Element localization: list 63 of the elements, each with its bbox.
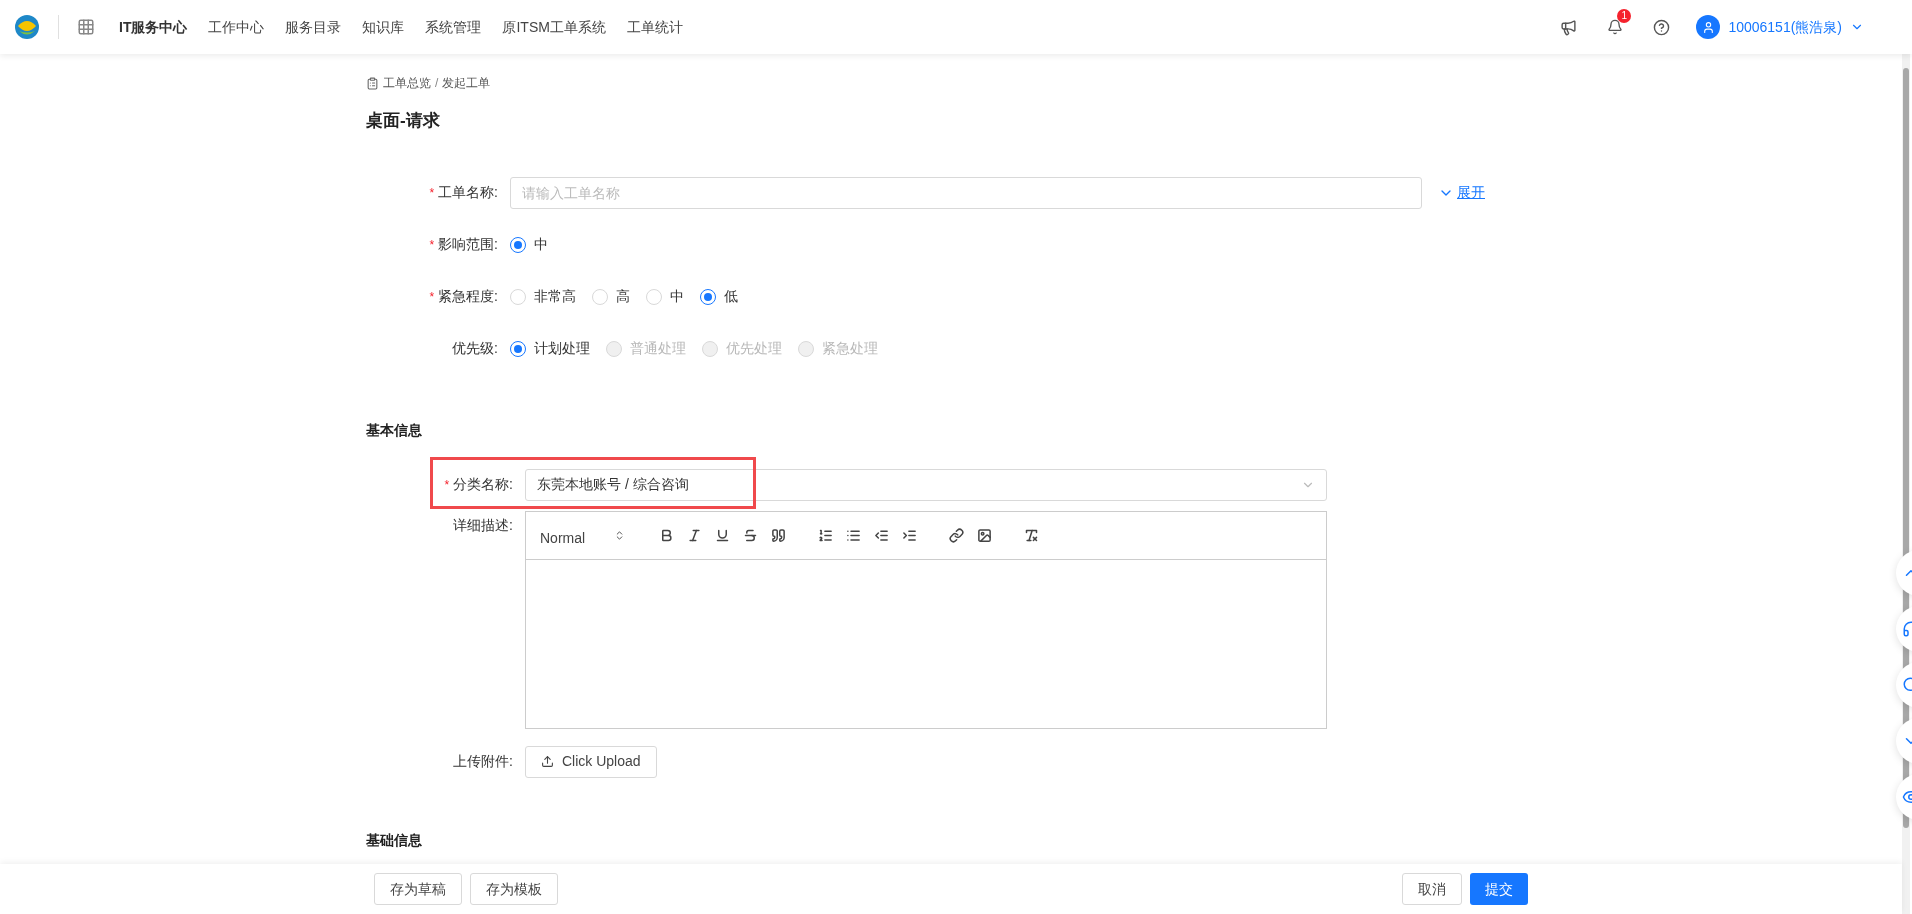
radio-option[interactable]: 低 — [700, 286, 738, 307]
italic-icon[interactable] — [687, 527, 702, 543]
image-icon[interactable] — [977, 527, 992, 543]
nav-item[interactable]: 服务目录 — [285, 16, 342, 38]
nav-item[interactable]: 系统管理 — [425, 16, 482, 38]
radio-option[interactable]: 高 — [592, 286, 630, 307]
required-asterisk: * — [429, 288, 435, 306]
page-title: 桌面-请求 — [366, 110, 441, 132]
category-select[interactable]: 东莞本地账号 / 综合咨询 — [525, 468, 1327, 501]
breadcrumb-item[interactable]: 发起工单 — [442, 74, 491, 92]
format-select[interactable]: Normal — [540, 527, 625, 549]
required-asterisk: * — [444, 476, 450, 494]
notification-bell-icon[interactable] — [1607, 19, 1624, 35]
section-heading: 基本信息 — [366, 420, 423, 440]
cancel-button[interactable]: 取消 — [1402, 873, 1462, 905]
footer-button[interactable]: 存为草稿 — [374, 873, 462, 905]
radio-option[interactable]: 中 — [646, 286, 684, 307]
section-heading: 基础信息 — [366, 830, 423, 850]
outdent-icon[interactable] — [874, 527, 889, 543]
announcement-icon[interactable] — [1560, 18, 1578, 36]
upload-icon — [541, 755, 554, 768]
strikethrough-icon[interactable] — [743, 527, 758, 543]
radio-option[interactable]: 非常高 — [510, 286, 576, 307]
ordered-list-icon[interactable] — [818, 527, 833, 543]
bullet-list-icon[interactable] — [846, 527, 861, 543]
up-down-caret-icon — [614, 529, 625, 541]
quote-icon[interactable] — [771, 527, 786, 543]
rich-text-editor[interactable]: Normal — [525, 510, 1327, 729]
user-avatar[interactable] — [1696, 15, 1721, 39]
field-label: 优先级: — [452, 339, 498, 358]
app-grid-icon[interactable] — [77, 18, 95, 36]
required-asterisk: * — [429, 236, 435, 254]
nav-item[interactable]: 知识库 — [362, 16, 405, 38]
bold-icon[interactable] — [659, 527, 674, 543]
radio-option[interactable]: 中 — [510, 234, 548, 255]
required-asterisk: * — [429, 184, 435, 202]
indent-icon[interactable] — [902, 527, 917, 543]
expand-link[interactable]: 展开 — [1457, 182, 1485, 203]
nav-item[interactable]: 工单统计 — [626, 16, 683, 38]
logo-icon — [14, 14, 40, 40]
footer-button[interactable]: 存为模板 — [470, 873, 558, 905]
field-label: 上传附件: — [453, 752, 513, 771]
nav-item[interactable]: 原ITSM工单系统 — [502, 16, 606, 38]
clipboard-icon — [366, 76, 379, 90]
clear-format-icon[interactable] — [1024, 527, 1039, 543]
field-label: 影响范围: — [438, 235, 498, 254]
field-label: 工单名称: — [438, 183, 498, 202]
radio-option[interactable]: 计划处理 — [510, 338, 590, 359]
underline-icon[interactable] — [715, 527, 730, 543]
upload-button[interactable]: Click Upload — [525, 745, 657, 778]
title-input-field[interactable]: 请输入工单名称 — [510, 176, 1422, 209]
notification-badge: 1 — [1617, 9, 1632, 23]
breadcrumb-item[interactable]: 工单总览 — [383, 74, 431, 92]
nav-item[interactable]: IT服务中心 — [119, 16, 188, 38]
field-label: 紧急程度: — [438, 287, 498, 306]
field-label: 分类名称: — [453, 475, 513, 494]
field-label: 详细描述: — [453, 515, 513, 535]
nav-item[interactable]: 工作中心 — [208, 16, 265, 38]
breadcrumb-separator: / — [435, 75, 439, 92]
user-name[interactable]: 10006151(熊浩泉) — [1728, 16, 1842, 38]
help-icon[interactable] — [1653, 18, 1671, 36]
link-icon[interactable] — [949, 527, 964, 543]
submit-button[interactable]: 提交 — [1470, 873, 1528, 905]
